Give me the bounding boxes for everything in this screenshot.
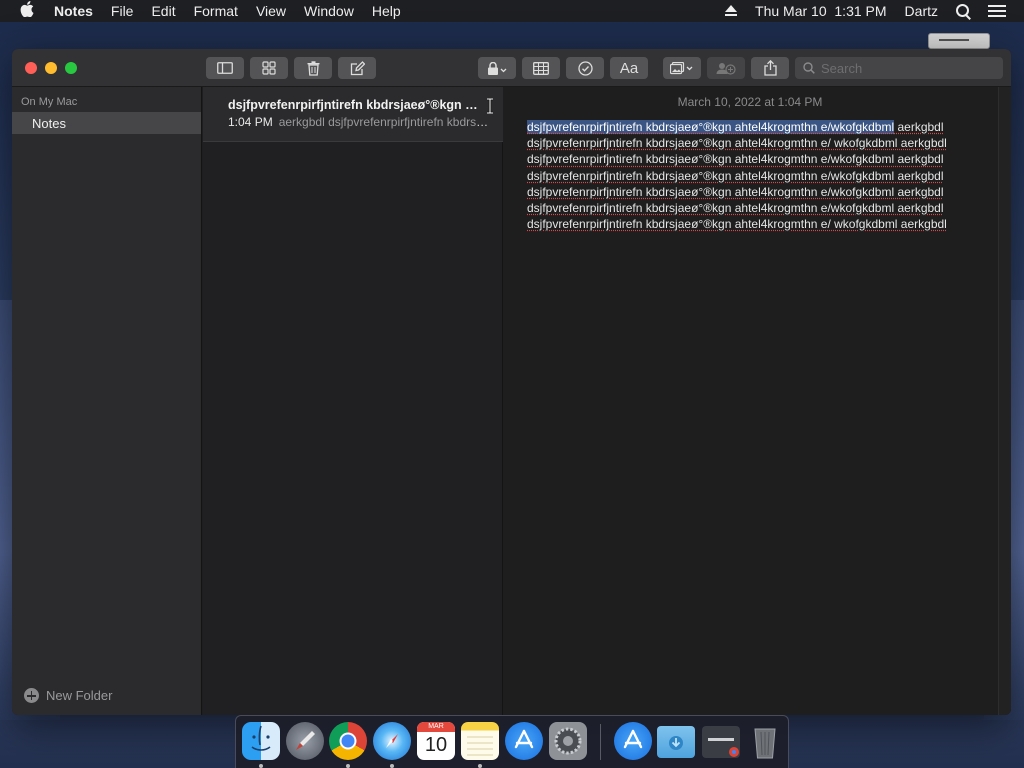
menu-file[interactable]: File	[111, 3, 134, 19]
share-icon	[763, 60, 777, 76]
table-icon	[533, 61, 549, 75]
format-icon: Aa	[619, 59, 639, 77]
media-icon	[670, 61, 693, 74]
app-store-downloads-icon[interactable]	[614, 722, 652, 760]
checklist-icon	[577, 60, 593, 76]
note-title: dsjfpvrefenrpirfjntirefn kbdrsjaeø°®kgn …	[228, 98, 480, 112]
note-editor[interactable]: March 10, 2022 at 1:04 PM dsjfpvrefenrpi…	[504, 87, 1011, 715]
trash-icon[interactable]	[746, 722, 784, 760]
chrome-icon[interactable]	[329, 722, 367, 760]
close-window-button[interactable]	[25, 62, 37, 74]
selected-text[interactable]: dsjfpvrefenrpirfjntirefn kbdrsjaeø°®kgn …	[527, 120, 895, 134]
note-subtitle: 1:04 PM aerkgbdl dsjfpvrefenrpirfjntirefn…	[228, 115, 490, 129]
menu-help[interactable]: Help	[372, 3, 401, 19]
table-button[interactable]	[522, 57, 560, 79]
editor-scrollbar[interactable]	[998, 87, 1011, 715]
menubar-clock[interactable]: Thu Mar 10 1:31 PM	[755, 3, 887, 19]
zoom-window-button[interactable]	[65, 62, 77, 74]
note-time: 1:04 PM	[228, 115, 273, 129]
compose-note-button[interactable]	[338, 57, 376, 79]
menu-edit[interactable]: Edit	[151, 3, 175, 19]
compose-icon	[350, 60, 365, 75]
notes-running-indicator	[478, 764, 482, 768]
notes-window: Aa On My Mac Notes New Folder dsjfpvrefe…	[12, 49, 1011, 715]
system-preferences-icon[interactable]	[549, 722, 587, 760]
checklist-button[interactable]	[566, 57, 604, 79]
plus-circle-icon	[24, 688, 39, 703]
chrome-running-indicator	[346, 764, 350, 768]
note-body-text[interactable]: aerkgbdl dsjfpvrefenrpirfjntirefn kbdrsj…	[527, 120, 947, 231]
add-media-button[interactable]	[663, 57, 701, 79]
sidebar-toggle-icon	[217, 62, 233, 74]
collaborate-icon	[716, 63, 736, 75]
search-input[interactable]	[821, 60, 991, 76]
menu-view[interactable]: View	[256, 3, 286, 19]
trash-icon	[307, 60, 319, 76]
note-body[interactable]: dsjfpvrefenrpirfjntirefn kbdrsjaeø°®kgn …	[527, 119, 977, 232]
finder-running-indicator	[259, 764, 263, 768]
gallery-view-button[interactable]	[250, 57, 288, 79]
folders-sidebar: On My Mac Notes New Folder	[12, 87, 202, 715]
safari-running-indicator	[390, 764, 394, 768]
search-field[interactable]	[795, 57, 1003, 79]
dock-separator	[600, 724, 601, 760]
note-date: March 10, 2022 at 1:04 PM	[677, 95, 823, 109]
delete-note-button[interactable]	[294, 57, 332, 79]
menu-format[interactable]: Format	[194, 3, 238, 19]
finder-icon[interactable]	[242, 722, 280, 760]
sidebar-section-on-my-mac: On My Mac	[21, 96, 78, 108]
notification-center-icon[interactable]	[988, 5, 1006, 17]
sidebar-item-notes[interactable]: Notes	[12, 112, 201, 134]
calendar-day: 10	[424, 734, 448, 756]
eject-icon[interactable]	[725, 5, 738, 17]
new-folder-label: New Folder	[46, 688, 113, 703]
menu-window[interactable]: Window	[304, 3, 354, 19]
menubar-user[interactable]: Dartz	[905, 3, 938, 19]
calendar-icon[interactable]: MAR 10	[417, 722, 455, 760]
launchpad-icon[interactable]	[286, 722, 324, 760]
dock: MAR 10	[235, 715, 789, 768]
downloads-folder-icon[interactable]	[657, 726, 695, 758]
format-button[interactable]: Aa	[610, 57, 648, 79]
apple-menu-icon[interactable]	[18, 1, 36, 21]
lock-note-button[interactable]	[478, 57, 516, 79]
minimize-window-button[interactable]	[45, 62, 57, 74]
search-icon	[803, 62, 815, 74]
note-preview: aerkgbdl dsjfpvrefenrpirfjntirefn kbdrsj…	[278, 115, 490, 129]
calendar-month: MAR	[417, 722, 455, 732]
menu-bar: Notes File Edit Format View Window Help …	[0, 0, 1024, 22]
notes-list: dsjfpvrefenrpirfjntirefn kbdrsjaeø°®kgn …	[203, 87, 503, 715]
menu-app-notes[interactable]: Notes	[54, 3, 93, 19]
add-people-button[interactable]	[707, 57, 745, 79]
app-store-icon[interactable]	[505, 722, 543, 760]
safari-icon[interactable]	[373, 722, 411, 760]
list-item[interactable]: dsjfpvrefenrpirfjntirefn kbdrsjaeø°®kgn …	[203, 87, 503, 142]
chrome-app-icon[interactable]	[702, 726, 740, 758]
gallery-icon	[262, 61, 276, 75]
text-cursor-icon	[487, 98, 493, 114]
share-button[interactable]	[751, 57, 789, 79]
notes-icon[interactable]	[461, 722, 499, 760]
lock-icon	[488, 61, 507, 75]
desktop-drive-icon[interactable]	[928, 33, 990, 49]
spotlight-icon[interactable]	[956, 4, 970, 18]
window-toolbar: Aa	[12, 49, 1011, 87]
sidebar-toggle-button[interactable]	[206, 57, 244, 79]
new-folder-button[interactable]: New Folder	[24, 688, 112, 703]
